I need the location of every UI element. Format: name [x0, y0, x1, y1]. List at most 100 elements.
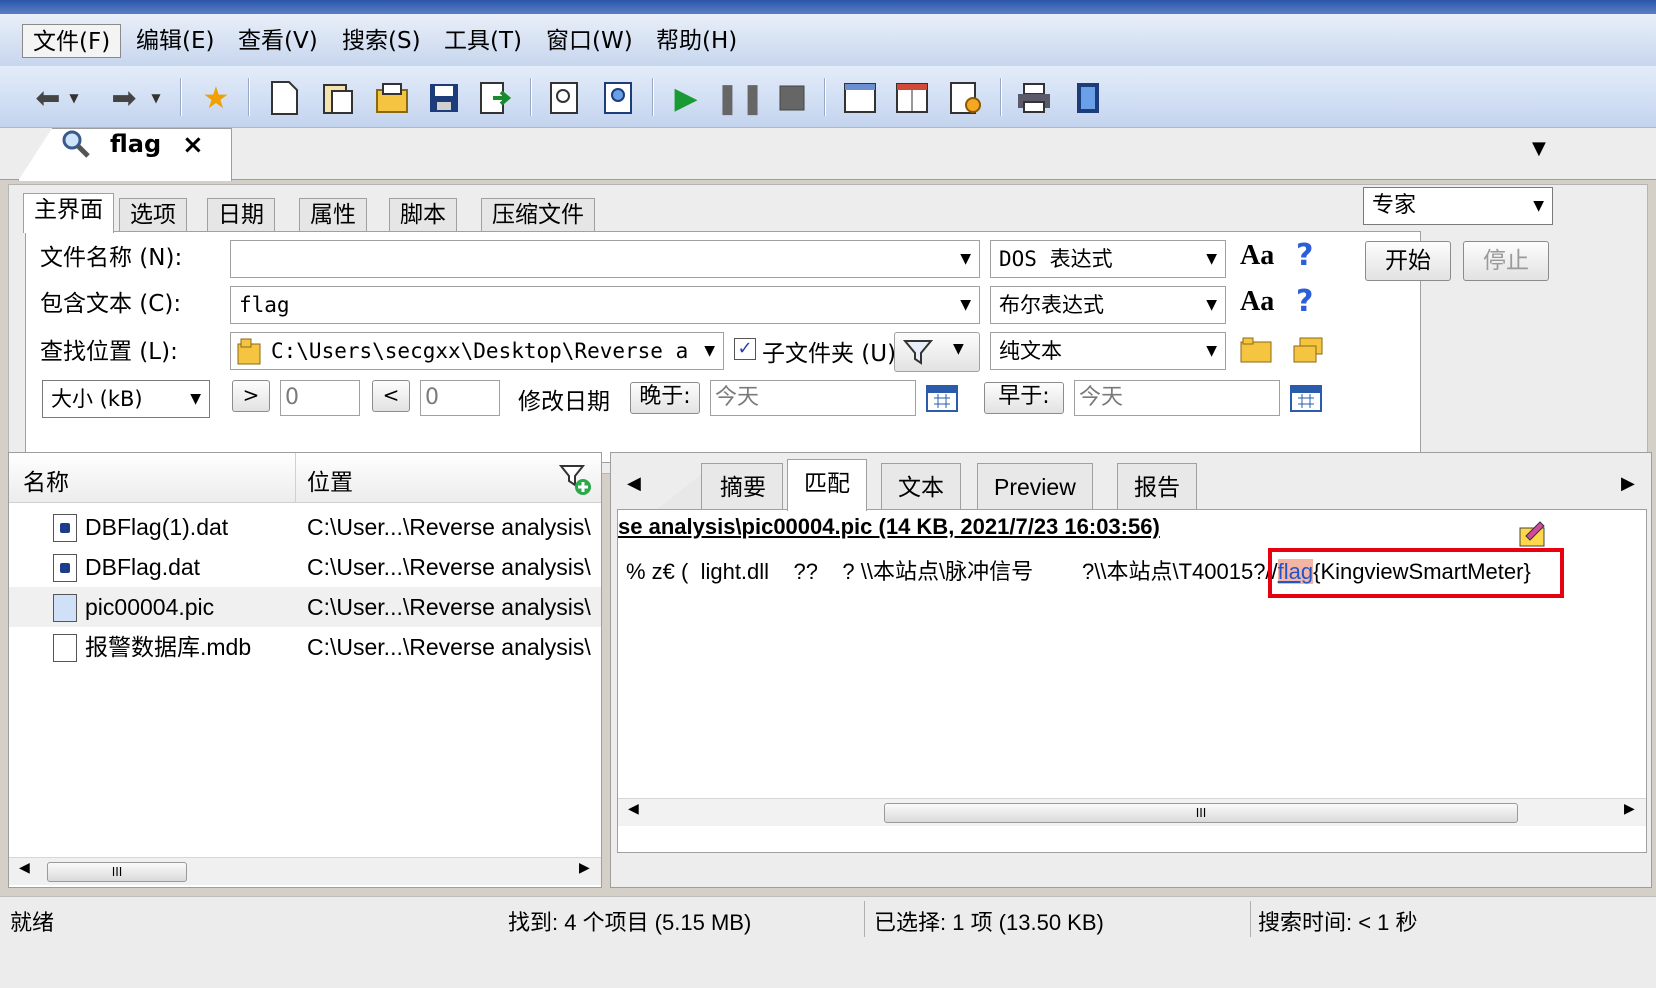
chevron-down-icon[interactable]: ▼ — [960, 241, 971, 277]
filename-type-select[interactable]: DOS 表达式 ▼ — [990, 240, 1226, 278]
menu-tools[interactable]: 工具(T) — [434, 24, 532, 58]
tab-options[interactable]: 选项 — [119, 198, 187, 232]
contains-match-case-icon[interactable]: Aa — [1240, 286, 1274, 318]
pic-file-icon — [53, 594, 77, 622]
save-disk-icon[interactable] — [424, 78, 464, 118]
window-layout-icon[interactable] — [840, 78, 880, 118]
close-tab-icon[interactable]: × — [182, 130, 204, 160]
multiple-folders-icon[interactable] — [1292, 336, 1324, 370]
stop-button[interactable]: 停止 — [1463, 241, 1549, 281]
start-button[interactable]: 开始 — [1365, 241, 1451, 281]
location-type-select[interactable]: 纯文本 ▼ — [990, 332, 1226, 370]
after-date-input[interactable]: 今天 — [710, 380, 916, 416]
tab-attributes[interactable]: 属性 — [299, 198, 367, 232]
table-row[interactable]: DBFlag.dat C:\User...\Reverse analysis\ — [9, 547, 601, 587]
tab-summary[interactable]: 摘要 — [701, 463, 783, 511]
settings-document-icon[interactable] — [946, 78, 986, 118]
tab-archive[interactable]: 压缩文件 — [481, 198, 595, 232]
chevron-down-icon[interactable]: ▼ — [1206, 287, 1217, 323]
table-row[interactable]: pic00004.pic C:\User...\Reverse analysis… — [9, 587, 601, 627]
location-input[interactable]: C:\Users\secgxx\Desktop\Reverse a ▼ — [230, 332, 724, 370]
size-min-input[interactable]: 0 — [280, 380, 360, 416]
tab-script[interactable]: 脚本 — [389, 198, 457, 232]
print-icon[interactable] — [1014, 78, 1054, 118]
forward-arrow-icon[interactable]: ➡ — [104, 78, 144, 118]
before-date-input[interactable]: 今天 — [1074, 380, 1280, 416]
stop-square-icon[interactable] — [772, 78, 812, 118]
match-content: se analysis\pic00004.pic (14 KB, 2021/7/… — [617, 509, 1647, 853]
table-row[interactable]: DBFlag(1).dat C:\User...\Reverse analysi… — [9, 507, 601, 547]
match-file-header[interactable]: se analysis\pic00004.pic (14 KB, 2021/7/… — [618, 514, 1160, 540]
column-location[interactable]: 位置 — [307, 463, 353, 497]
paste-document-icon[interactable] — [318, 78, 358, 118]
filename-match-case-icon[interactable]: Aa — [1240, 240, 1274, 272]
filter-button[interactable]: ▼ — [894, 332, 980, 372]
scroll-left-icon[interactable]: ◀ — [628, 801, 639, 817]
open-folder-icon[interactable] — [372, 78, 412, 118]
scroll-right-icon[interactable]: ▶ — [579, 860, 590, 876]
forward-dropdown-icon[interactable]: ▼ — [146, 78, 166, 118]
size-less-button[interactable]: < — [372, 380, 410, 412]
menu-file[interactable]: 文件(F) — [22, 24, 122, 58]
play-icon[interactable]: ▶ — [666, 78, 706, 118]
menu-search[interactable]: 搜索(S) — [332, 24, 431, 58]
toolbar-separator — [248, 78, 250, 116]
columns-layout-icon[interactable] — [892, 78, 932, 118]
menu-help[interactable]: 帮助(H) — [646, 24, 747, 58]
export-icon[interactable] — [476, 78, 516, 118]
tabs-scroll-left-icon[interactable]: ◀ — [627, 473, 641, 494]
scrollbar-thumb[interactable]: III — [884, 803, 1518, 823]
chevron-down-icon[interactable]: ▼ — [704, 333, 715, 369]
menu-window[interactable]: 窗口(W) — [536, 24, 643, 58]
chevron-down-icon[interactable]: ▼ — [1533, 188, 1544, 224]
properties-document-icon[interactable] — [598, 78, 638, 118]
size-max-input[interactable]: 0 — [420, 380, 500, 416]
chevron-down-icon[interactable]: ▼ — [1206, 241, 1217, 277]
menu-edit[interactable]: 编辑(E) — [126, 24, 224, 58]
results-horizontal-scrollbar[interactable]: ◀ III ▶ — [9, 857, 601, 885]
contains-help-icon[interactable]: ? — [1296, 284, 1313, 319]
tab-list-dropdown-icon[interactable]: ▼ — [1532, 138, 1546, 159]
chevron-down-icon[interactable]: ▼ — [1206, 333, 1217, 369]
tab-text[interactable]: 文本 — [881, 463, 961, 511]
calendar-icon[interactable] — [926, 382, 958, 418]
calendar-icon[interactable] — [1290, 382, 1322, 418]
scrollbar-thumb[interactable]: III — [47, 862, 187, 882]
exit-door-icon[interactable] — [1068, 78, 1108, 118]
size-greater-button[interactable]: > — [232, 380, 270, 412]
search-tab-strip: flag × ▼ — [0, 128, 1656, 181]
scroll-left-icon[interactable]: ◀ — [19, 860, 30, 876]
chevron-down-icon[interactable]: ▼ — [960, 287, 971, 323]
row-filename: DBFlag(1).dat — [85, 514, 229, 540]
filename-input[interactable]: ▼ — [230, 240, 980, 278]
new-document-icon[interactable] — [264, 78, 304, 118]
back-arrow-icon[interactable]: ⬅ — [28, 78, 68, 118]
column-name[interactable]: 名称 — [23, 463, 69, 497]
column-filter-add-icon[interactable] — [558, 463, 593, 503]
table-row[interactable]: 报警数据库.mdb C:\User...\Reverse analysis\ — [9, 627, 601, 667]
size-unit-select[interactable]: 大小 (kB) ▼ — [42, 380, 210, 418]
tab-date[interactable]: 日期 — [207, 198, 275, 232]
back-dropdown-icon[interactable]: ▼ — [64, 78, 84, 118]
tab-preview[interactable]: Preview — [977, 463, 1093, 511]
after-button[interactable]: 晚于: — [630, 382, 700, 414]
before-button[interactable]: 早于: — [984, 382, 1064, 414]
favorites-star-icon[interactable]: ★ — [196, 78, 236, 118]
filename-help-icon[interactable]: ? — [1296, 238, 1313, 273]
tab-matches[interactable]: 匹配 — [787, 459, 867, 511]
tabs-scroll-right-icon[interactable]: ▶ — [1621, 473, 1635, 494]
browse-folder-icon[interactable] — [1240, 336, 1272, 370]
chevron-down-icon[interactable]: ▼ — [190, 381, 201, 417]
contains-input[interactable]: flag ▼ — [230, 286, 980, 324]
pause-icon[interactable]: ❚❚ — [715, 78, 765, 118]
match-horizontal-scrollbar[interactable]: ◀ III ▶ — [618, 798, 1646, 826]
tab-main[interactable]: 主界面 — [23, 193, 114, 233]
menu-view[interactable]: 查看(V) — [228, 24, 328, 58]
subfolder-checkbox[interactable]: ✓ — [734, 338, 756, 360]
contains-type-select[interactable]: 布尔表达式 ▼ — [990, 286, 1226, 324]
scroll-right-icon[interactable]: ▶ — [1624, 801, 1635, 817]
preview-document-icon[interactable] — [544, 78, 584, 118]
chevron-down-icon: ▼ — [953, 341, 964, 357]
mode-select[interactable]: 专家 ▼ — [1363, 187, 1553, 225]
tab-report[interactable]: 报告 — [1117, 463, 1197, 511]
